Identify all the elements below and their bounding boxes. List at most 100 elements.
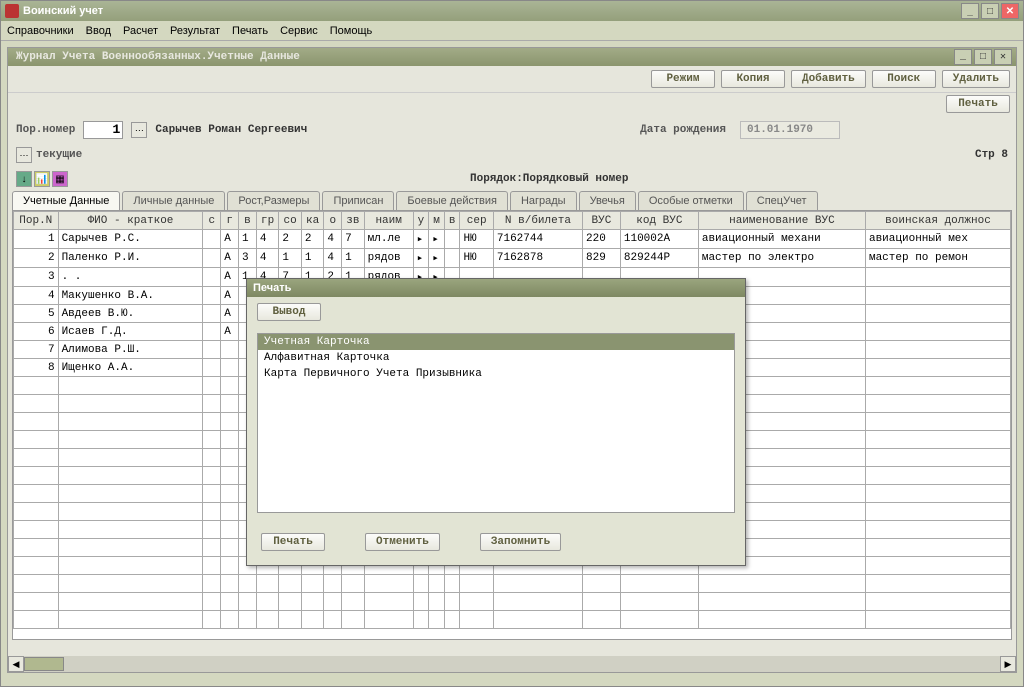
tab-account-data[interactable]: Учетные Данные	[12, 191, 120, 210]
table-cell[interactable]	[203, 395, 221, 413]
tab-assigned[interactable]: Приписан	[322, 191, 394, 210]
table-cell[interactable]	[203, 249, 221, 268]
add-button[interactable]: Добавить	[791, 70, 866, 88]
table-cell[interactable]: 3	[14, 268, 59, 287]
tab-awards[interactable]: Награды	[510, 191, 577, 210]
table-row[interactable]: 1Сарычев Р.С.А142247мл.ле▸▸НЮ71627442201…	[14, 230, 1011, 249]
table-cell[interactable]	[342, 611, 365, 629]
table-cell[interactable]	[14, 485, 59, 503]
column-header[interactable]: г	[221, 212, 239, 230]
table-cell[interactable]	[413, 611, 429, 629]
table-cell[interactable]	[239, 593, 257, 611]
table-cell[interactable]: 1	[279, 249, 302, 268]
table-cell[interactable]	[221, 449, 239, 467]
table-cell[interactable]	[460, 611, 493, 629]
table-cell[interactable]: 7	[14, 341, 59, 359]
table-cell[interactable]	[221, 557, 239, 575]
table-cell[interactable]: Паленко Р.И.	[58, 249, 203, 268]
table-cell[interactable]	[256, 575, 279, 593]
table-cell[interactable]	[221, 539, 239, 557]
table-cell[interactable]: 5	[14, 305, 59, 323]
table-cell[interactable]	[413, 593, 429, 611]
table-cell[interactable]	[203, 268, 221, 287]
table-cell[interactable]	[429, 575, 445, 593]
column-header[interactable]: м	[429, 212, 445, 230]
table-cell[interactable]: А	[221, 268, 239, 287]
table-cell[interactable]	[14, 611, 59, 629]
table-cell[interactable]: Сарычев Р.С.	[58, 230, 203, 249]
table-cell[interactable]: ▸	[413, 249, 429, 268]
table-cell[interactable]	[460, 575, 493, 593]
table-cell[interactable]: 4	[256, 230, 279, 249]
table-cell[interactable]	[865, 575, 1010, 593]
table-cell[interactable]	[203, 485, 221, 503]
dialog-remember-button[interactable]: Запомнить	[480, 533, 561, 551]
table-cell[interactable]	[203, 359, 221, 377]
table-cell[interactable]	[14, 413, 59, 431]
menu-calc[interactable]: Расчет	[123, 25, 158, 37]
table-cell[interactable]	[14, 377, 59, 395]
table-cell[interactable]: мл.ле	[364, 230, 413, 249]
table-cell[interactable]: Ищенко А.А.	[58, 359, 203, 377]
table-cell[interactable]	[203, 575, 221, 593]
scroll-right-button[interactable]: ▶	[1000, 656, 1016, 672]
table-cell[interactable]	[58, 575, 203, 593]
table-cell[interactable]	[444, 249, 460, 268]
table-cell[interactable]	[203, 323, 221, 341]
column-header[interactable]: со	[279, 212, 302, 230]
column-header[interactable]: зв	[342, 212, 365, 230]
delete-button[interactable]: Удалить	[942, 70, 1010, 88]
table-cell[interactable]	[583, 611, 621, 629]
table-cell[interactable]	[301, 575, 324, 593]
maximize-button[interactable]: □	[981, 3, 999, 19]
search-button[interactable]: Поиск	[872, 70, 936, 88]
table-cell[interactable]: 1	[239, 230, 257, 249]
table-cell[interactable]: 2	[301, 230, 324, 249]
table-cell[interactable]: НЮ	[460, 230, 493, 249]
table-cell[interactable]	[301, 611, 324, 629]
table-cell[interactable]	[698, 575, 865, 593]
table-cell[interactable]: А	[221, 287, 239, 305]
table-cell[interactable]: Макушенко В.А.	[58, 287, 203, 305]
table-cell[interactable]	[203, 539, 221, 557]
table-cell[interactable]: НЮ	[460, 249, 493, 268]
table-cell[interactable]	[14, 449, 59, 467]
table-cell[interactable]	[865, 539, 1010, 557]
table-cell[interactable]	[58, 503, 203, 521]
menu-help[interactable]: Помощь	[330, 25, 373, 37]
table-cell[interactable]	[865, 557, 1010, 575]
table-cell[interactable]	[203, 557, 221, 575]
table-cell[interactable]	[203, 305, 221, 323]
menu-input[interactable]: Ввод	[86, 25, 111, 37]
list-item[interactable]: Карта Первичного Учета Призывника	[258, 366, 734, 382]
table-cell[interactable]: А	[221, 305, 239, 323]
column-header[interactable]: сер	[460, 212, 493, 230]
table-cell[interactable]: Авдеев В.Ю.	[58, 305, 203, 323]
table-cell[interactable]: А	[221, 323, 239, 341]
table-cell[interactable]	[865, 377, 1010, 395]
table-cell[interactable]	[620, 575, 698, 593]
table-cell[interactable]	[14, 395, 59, 413]
table-cell[interactable]	[203, 377, 221, 395]
table-row[interactable]	[14, 611, 1011, 629]
table-cell[interactable]	[865, 593, 1010, 611]
table-cell[interactable]: ▸	[413, 230, 429, 249]
column-header[interactable]: N в/билета	[493, 212, 582, 230]
table-cell[interactable]	[444, 593, 460, 611]
table-cell[interactable]	[620, 593, 698, 611]
table-cell[interactable]	[620, 611, 698, 629]
table-cell[interactable]	[203, 593, 221, 611]
menu-result[interactable]: Результат	[170, 25, 220, 37]
chart-icon[interactable]: 📊	[34, 171, 50, 187]
table-cell[interactable]	[203, 611, 221, 629]
table-cell[interactable]: 1	[301, 249, 324, 268]
table-cell[interactable]	[221, 503, 239, 521]
por-lookup-button[interactable]: ⋯	[131, 122, 147, 138]
table-cell[interactable]	[342, 593, 365, 611]
table-cell[interactable]	[203, 503, 221, 521]
table-cell[interactable]: 7162744	[493, 230, 582, 249]
table-cell[interactable]	[865, 413, 1010, 431]
table-cell[interactable]: 4	[324, 249, 342, 268]
dialog-print-button[interactable]: Печать	[261, 533, 325, 551]
table-cell[interactable]: 829	[583, 249, 621, 268]
